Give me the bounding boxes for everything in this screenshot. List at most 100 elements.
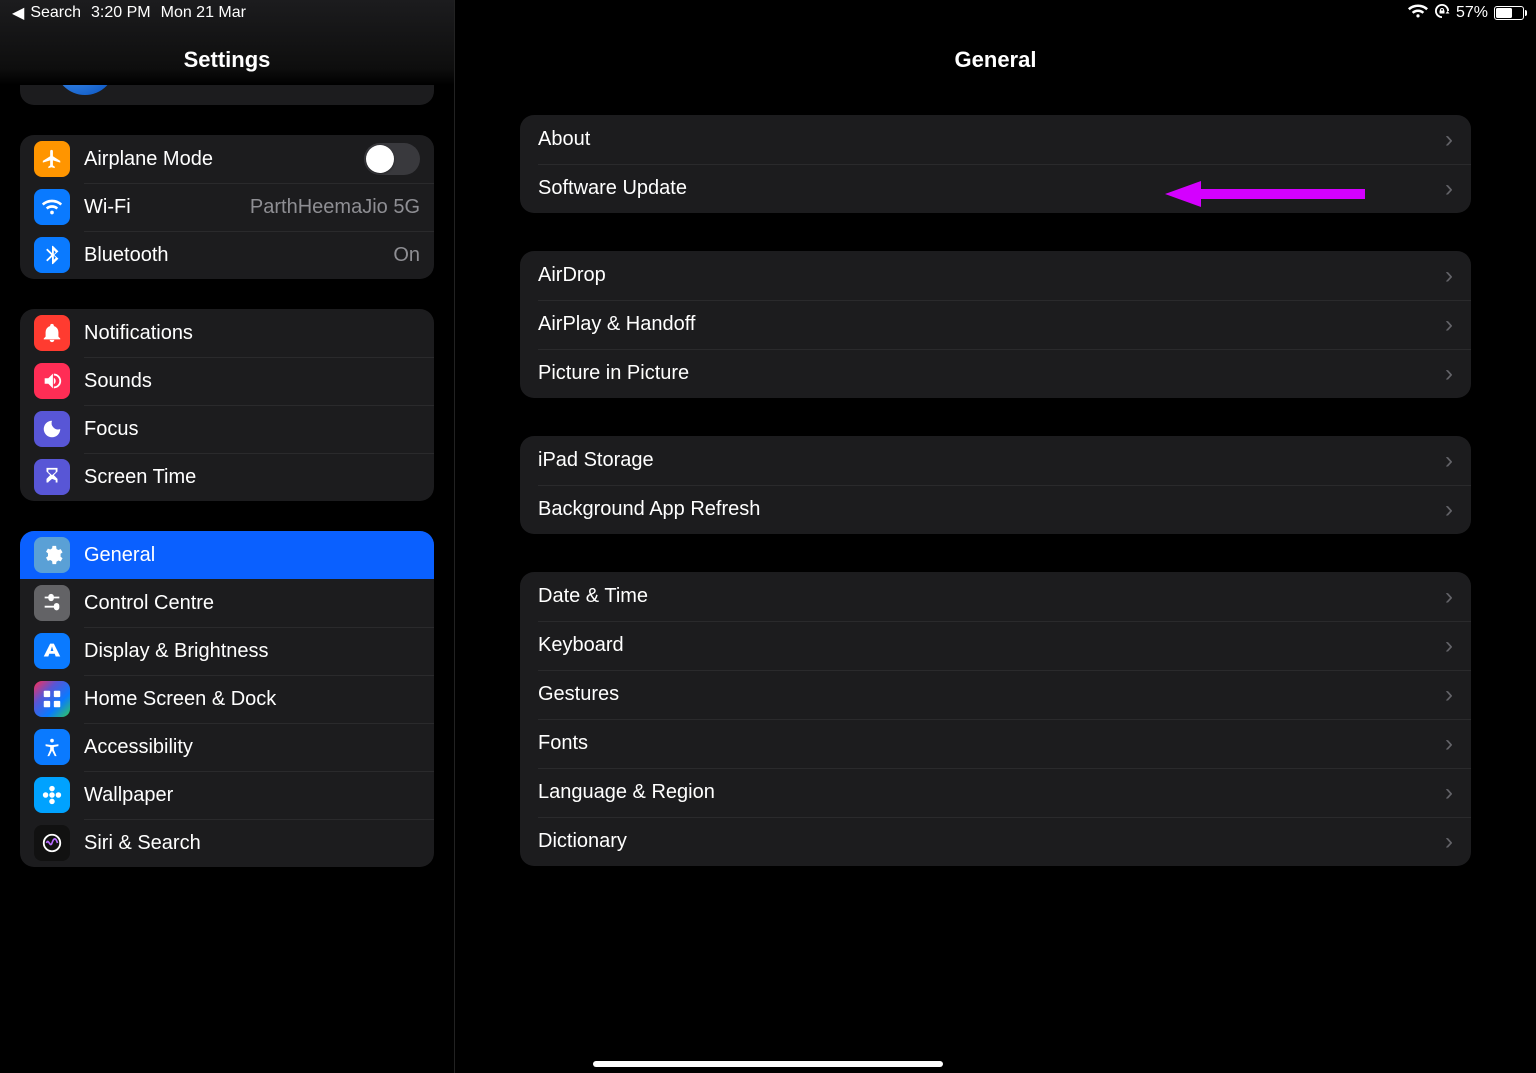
label: Language & Region <box>538 781 1437 804</box>
label: Date & Time <box>538 585 1437 608</box>
chevron-right-icon: › <box>1445 264 1453 288</box>
back-label[interactable]: Search <box>30 4 81 22</box>
detail-item-dictionary[interactable]: Dictionary › <box>520 817 1471 866</box>
hourglass-icon <box>34 459 70 495</box>
label: Siri & Search <box>84 832 420 855</box>
label: Wallpaper <box>84 784 420 807</box>
sidebar-item-home-screen-dock[interactable]: Home Screen & Dock <box>20 675 434 723</box>
detail-item-software-update[interactable]: Software Update › <box>520 164 1471 213</box>
sidebar-item-siri-search[interactable]: Siri & Search <box>20 819 434 867</box>
label: Home Screen & Dock <box>84 688 420 711</box>
bluetooth-icon <box>34 237 70 273</box>
label: Fonts <box>538 732 1437 755</box>
label: iPad Storage <box>538 449 1437 472</box>
label: AirPlay & Handoff <box>538 313 1437 336</box>
sidebar-item-general[interactable]: General <box>20 531 434 579</box>
wifi-icon <box>34 189 70 225</box>
label: Airplane Mode <box>84 148 364 171</box>
chevron-right-icon: › <box>1445 313 1453 337</box>
label: Screen Time <box>84 466 420 489</box>
chevron-right-icon: › <box>1445 362 1453 386</box>
speaker-icon <box>34 363 70 399</box>
sidebar-item-airplane-mode[interactable]: Airplane Mode <box>20 135 434 183</box>
siri-icon <box>34 825 70 861</box>
label: Sounds <box>84 370 420 393</box>
detail-item-keyboard[interactable]: Keyboard › <box>520 621 1471 670</box>
chevron-right-icon: › <box>1445 683 1453 707</box>
bluetooth-value: On <box>393 244 420 267</box>
status-time: 3:20 PM <box>91 4 151 22</box>
airplane-icon <box>34 141 70 177</box>
sidebar-item-display-brightness[interactable]: Display & Brightness <box>20 627 434 675</box>
sidebar-item-sounds[interactable]: Sounds <box>20 357 434 405</box>
label: About <box>538 128 1437 151</box>
label: Focus <box>84 418 420 441</box>
text-size-icon <box>34 633 70 669</box>
sidebar-title: Settings <box>184 47 271 73</box>
label: Accessibility <box>84 736 420 759</box>
sidebar-item-bluetooth[interactable]: Bluetooth On <box>20 231 434 279</box>
sidebar-item-wallpaper[interactable]: Wallpaper <box>20 771 434 819</box>
label: Picture in Picture <box>538 362 1437 385</box>
label: Background App Refresh <box>538 498 1437 521</box>
chevron-right-icon: › <box>1445 449 1453 473</box>
detail-item-ipad-storage[interactable]: iPad Storage › <box>520 436 1471 485</box>
status-bar: ◀ Search 3:20 PM Mon 21 Mar 57% <box>0 0 1536 26</box>
chevron-right-icon: › <box>1445 498 1453 522</box>
chevron-right-icon: › <box>1445 781 1453 805</box>
grid-icon <box>34 681 70 717</box>
chevron-right-icon: › <box>1445 585 1453 609</box>
moon-icon <box>34 411 70 447</box>
label: Keyboard <box>538 634 1437 657</box>
sidebar-item-wifi[interactable]: Wi-Fi ParthHeemaJio 5G <box>20 183 434 231</box>
sidebar-item-accessibility[interactable]: Accessibility <box>20 723 434 771</box>
detail-title: General <box>955 47 1037 73</box>
label: Display & Brightness <box>84 640 420 663</box>
label: Software Update <box>538 177 1437 200</box>
avatar <box>55 85 115 95</box>
detail-item-background-app-refresh[interactable]: Background App Refresh › <box>520 485 1471 534</box>
detail-item-date-time[interactable]: Date & Time › <box>520 572 1471 621</box>
flower-icon <box>34 777 70 813</box>
detail-item-airdrop[interactable]: AirDrop › <box>520 251 1471 300</box>
label: Dictionary <box>538 830 1437 853</box>
battery-icon <box>1494 6 1524 20</box>
label: Bluetooth <box>84 244 385 267</box>
back-caret-icon[interactable]: ◀ <box>12 3 24 23</box>
chevron-right-icon: › <box>1445 177 1453 201</box>
detail-pane: General About › Software Update › AirDro… <box>455 0 1536 1073</box>
orientation-lock-icon <box>1434 3 1450 24</box>
battery-percent: 57% <box>1456 4 1488 22</box>
home-indicator <box>593 1061 943 1067</box>
gear-icon <box>34 537 70 573</box>
label: General <box>84 544 420 567</box>
sidebar-item-focus[interactable]: Focus <box>20 405 434 453</box>
apple-id-card[interactable] <box>20 85 434 105</box>
detail-item-about[interactable]: About › <box>520 115 1471 164</box>
label: Notifications <box>84 322 420 345</box>
detail-item-gestures[interactable]: Gestures › <box>520 670 1471 719</box>
sidebar-item-notifications[interactable]: Notifications <box>20 309 434 357</box>
settings-sidebar: Settings Airplane Mode Wi-Fi ParthHeemaJ… <box>0 0 455 1073</box>
detail-item-language-region[interactable]: Language & Region › <box>520 768 1471 817</box>
bell-icon <box>34 315 70 351</box>
label: Gestures <box>538 683 1437 706</box>
chevron-right-icon: › <box>1445 634 1453 658</box>
status-date: Mon 21 Mar <box>161 4 246 22</box>
wifi-icon <box>1408 4 1428 23</box>
chevron-right-icon: › <box>1445 830 1453 854</box>
detail-item-fonts[interactable]: Fonts › <box>520 719 1471 768</box>
label: Control Centre <box>84 592 420 615</box>
label: AirDrop <box>538 264 1437 287</box>
sidebar-item-control-centre[interactable]: Control Centre <box>20 579 434 627</box>
airplane-toggle[interactable] <box>364 143 420 175</box>
chevron-right-icon: › <box>1445 128 1453 152</box>
detail-item-airplay-handoff[interactable]: AirPlay & Handoff › <box>520 300 1471 349</box>
wifi-value: ParthHeemaJio 5G <box>250 196 420 219</box>
sliders-icon <box>34 585 70 621</box>
detail-item-picture-in-picture[interactable]: Picture in Picture › <box>520 349 1471 398</box>
accessibility-icon <box>34 729 70 765</box>
label: Wi-Fi <box>84 196 242 219</box>
chevron-right-icon: › <box>1445 732 1453 756</box>
sidebar-item-screen-time[interactable]: Screen Time <box>20 453 434 501</box>
